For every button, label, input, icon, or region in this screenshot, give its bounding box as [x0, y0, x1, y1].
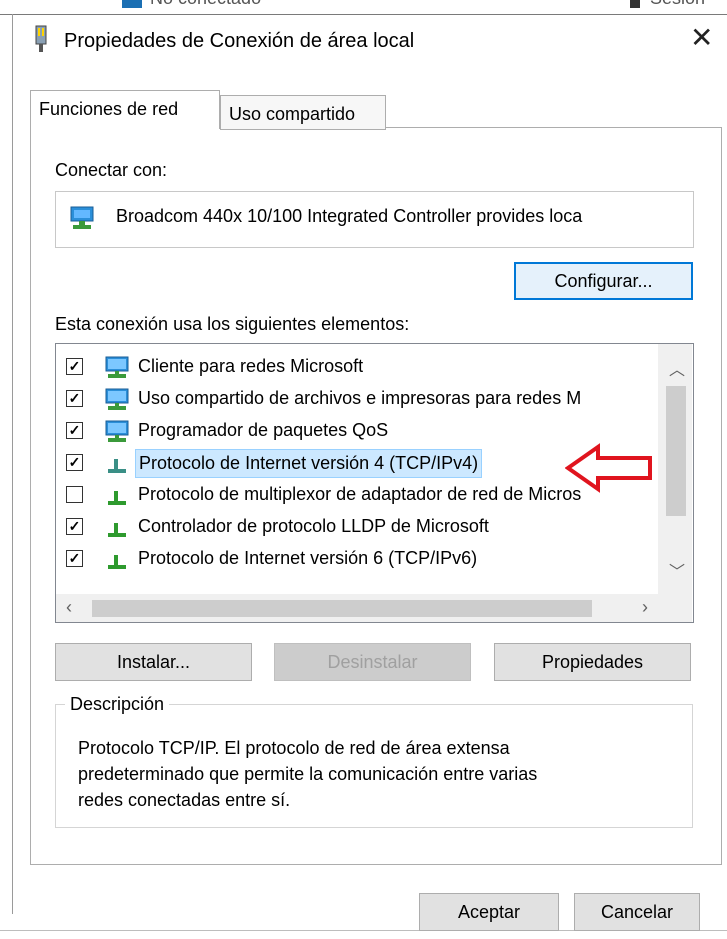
- adapter-name: Broadcom 440x 10/100 Integrated Controll…: [116, 206, 583, 226]
- background-window-text: No conectado: [150, 0, 261, 9]
- tab-label: Funciones de red: [39, 99, 179, 119]
- list-item[interactable]: ✓ Cliente para redes Microsoft: [56, 353, 656, 383]
- vertical-scrollbar[interactable]: ︿ ﹀: [658, 344, 692, 594]
- scroll-left-arrow-icon[interactable]: ‹: [66, 597, 72, 618]
- list-item-label: Programador de paquetes QoS: [138, 420, 389, 440]
- ok-button[interactable]: Aceptar: [419, 893, 559, 931]
- scrollbar-thumb[interactable]: [92, 600, 592, 617]
- network-service-icon: [105, 388, 129, 410]
- scroll-down-arrow-icon[interactable]: ﹀: [669, 558, 685, 582]
- network-adapter-icon: [35, 25, 47, 52]
- tab-funciones-de-red[interactable]: Funciones de red: [30, 90, 220, 129]
- protocol-icon: [108, 459, 126, 473]
- user-icon: [630, 0, 640, 8]
- protocol-icon: [108, 555, 126, 569]
- list-item[interactable]: ✓ Controlador de protocolo LLDP de Micro…: [56, 513, 656, 543]
- list-item-label: Uso compartido de archivos e impresoras …: [138, 388, 582, 408]
- background-window-text-right: Sesión: [650, 0, 705, 9]
- network-icon: [122, 0, 142, 8]
- scroll-right-arrow-icon[interactable]: ›: [642, 597, 648, 618]
- description-line: redes conectadas entre sí.: [78, 790, 291, 810]
- protocol-icon: [108, 523, 126, 537]
- list-item[interactable]: ✓ Uso compartido de archivos e impresora…: [56, 385, 656, 415]
- horizontal-scrollbar[interactable]: ‹ ›: [56, 594, 692, 622]
- list-item-label: Controlador de protocolo LLDP de Microso…: [138, 516, 489, 536]
- connect-with-label: Conectar con:: [55, 160, 168, 180]
- checkbox[interactable]: ✓: [66, 358, 83, 375]
- adapter-field: Broadcom 440x 10/100 Integrated Controll…: [55, 191, 694, 248]
- description-line: predeterminado que permite la comunicaci…: [78, 764, 538, 784]
- tab-uso-compartido[interactable]: Uso compartido: [220, 95, 386, 130]
- list-item-label: Protocolo de Internet versión 6 (TCP/IPv…: [138, 548, 478, 568]
- checkbox[interactable]: ✓: [66, 422, 83, 439]
- properties-button[interactable]: Propiedades: [494, 643, 691, 681]
- list-item-label: Protocolo de Internet versión 4 (TCP/IPv…: [135, 449, 483, 478]
- network-service-icon: [105, 420, 129, 442]
- description-line: Protocolo TCP/IP. El protocolo de red de…: [78, 738, 510, 758]
- description-legend: Descripción: [65, 694, 170, 715]
- scrollbar-thumb[interactable]: [666, 386, 686, 516]
- scroll-up-arrow-icon[interactable]: ︿: [669, 356, 685, 380]
- background-window-strip: No conectado Sesión: [0, 0, 727, 14]
- close-button[interactable]: ✕: [690, 24, 713, 52]
- list-item[interactable]: ✓ Protocolo de Internet versión 6 (TCP/I…: [56, 545, 656, 575]
- window-border: [12, 14, 13, 914]
- checkbox[interactable]: ✓: [66, 454, 83, 471]
- network-client-icon: [105, 356, 129, 378]
- list-item-label: Cliente para redes Microsoft: [138, 356, 364, 376]
- list-item-label: Protocolo de multiplexor de adaptador de…: [138, 484, 582, 504]
- checkbox[interactable]: ✓: [66, 518, 83, 535]
- tab-label: Uso compartido: [229, 104, 356, 124]
- description-text: Protocolo TCP/IP. El protocolo de red de…: [78, 735, 668, 813]
- checkbox[interactable]: [66, 486, 83, 503]
- checkbox[interactable]: ✓: [66, 550, 83, 567]
- protocol-icon: [108, 491, 126, 505]
- configure-button[interactable]: Configurar...: [514, 262, 693, 300]
- install-button[interactable]: Instalar...: [55, 643, 252, 681]
- annotation-arrow-icon: [565, 443, 652, 493]
- cancel-button[interactable]: Cancelar: [574, 893, 700, 931]
- checkbox[interactable]: ✓: [66, 390, 83, 407]
- dialog-title: Propiedades de Conexión de área local: [64, 30, 415, 52]
- network-card-icon: [70, 206, 94, 229]
- components-label: Esta conexión usa los siguientes element…: [55, 314, 410, 334]
- divider: [0, 14, 727, 15]
- uninstall-button[interactable]: Desinstalar: [274, 643, 471, 681]
